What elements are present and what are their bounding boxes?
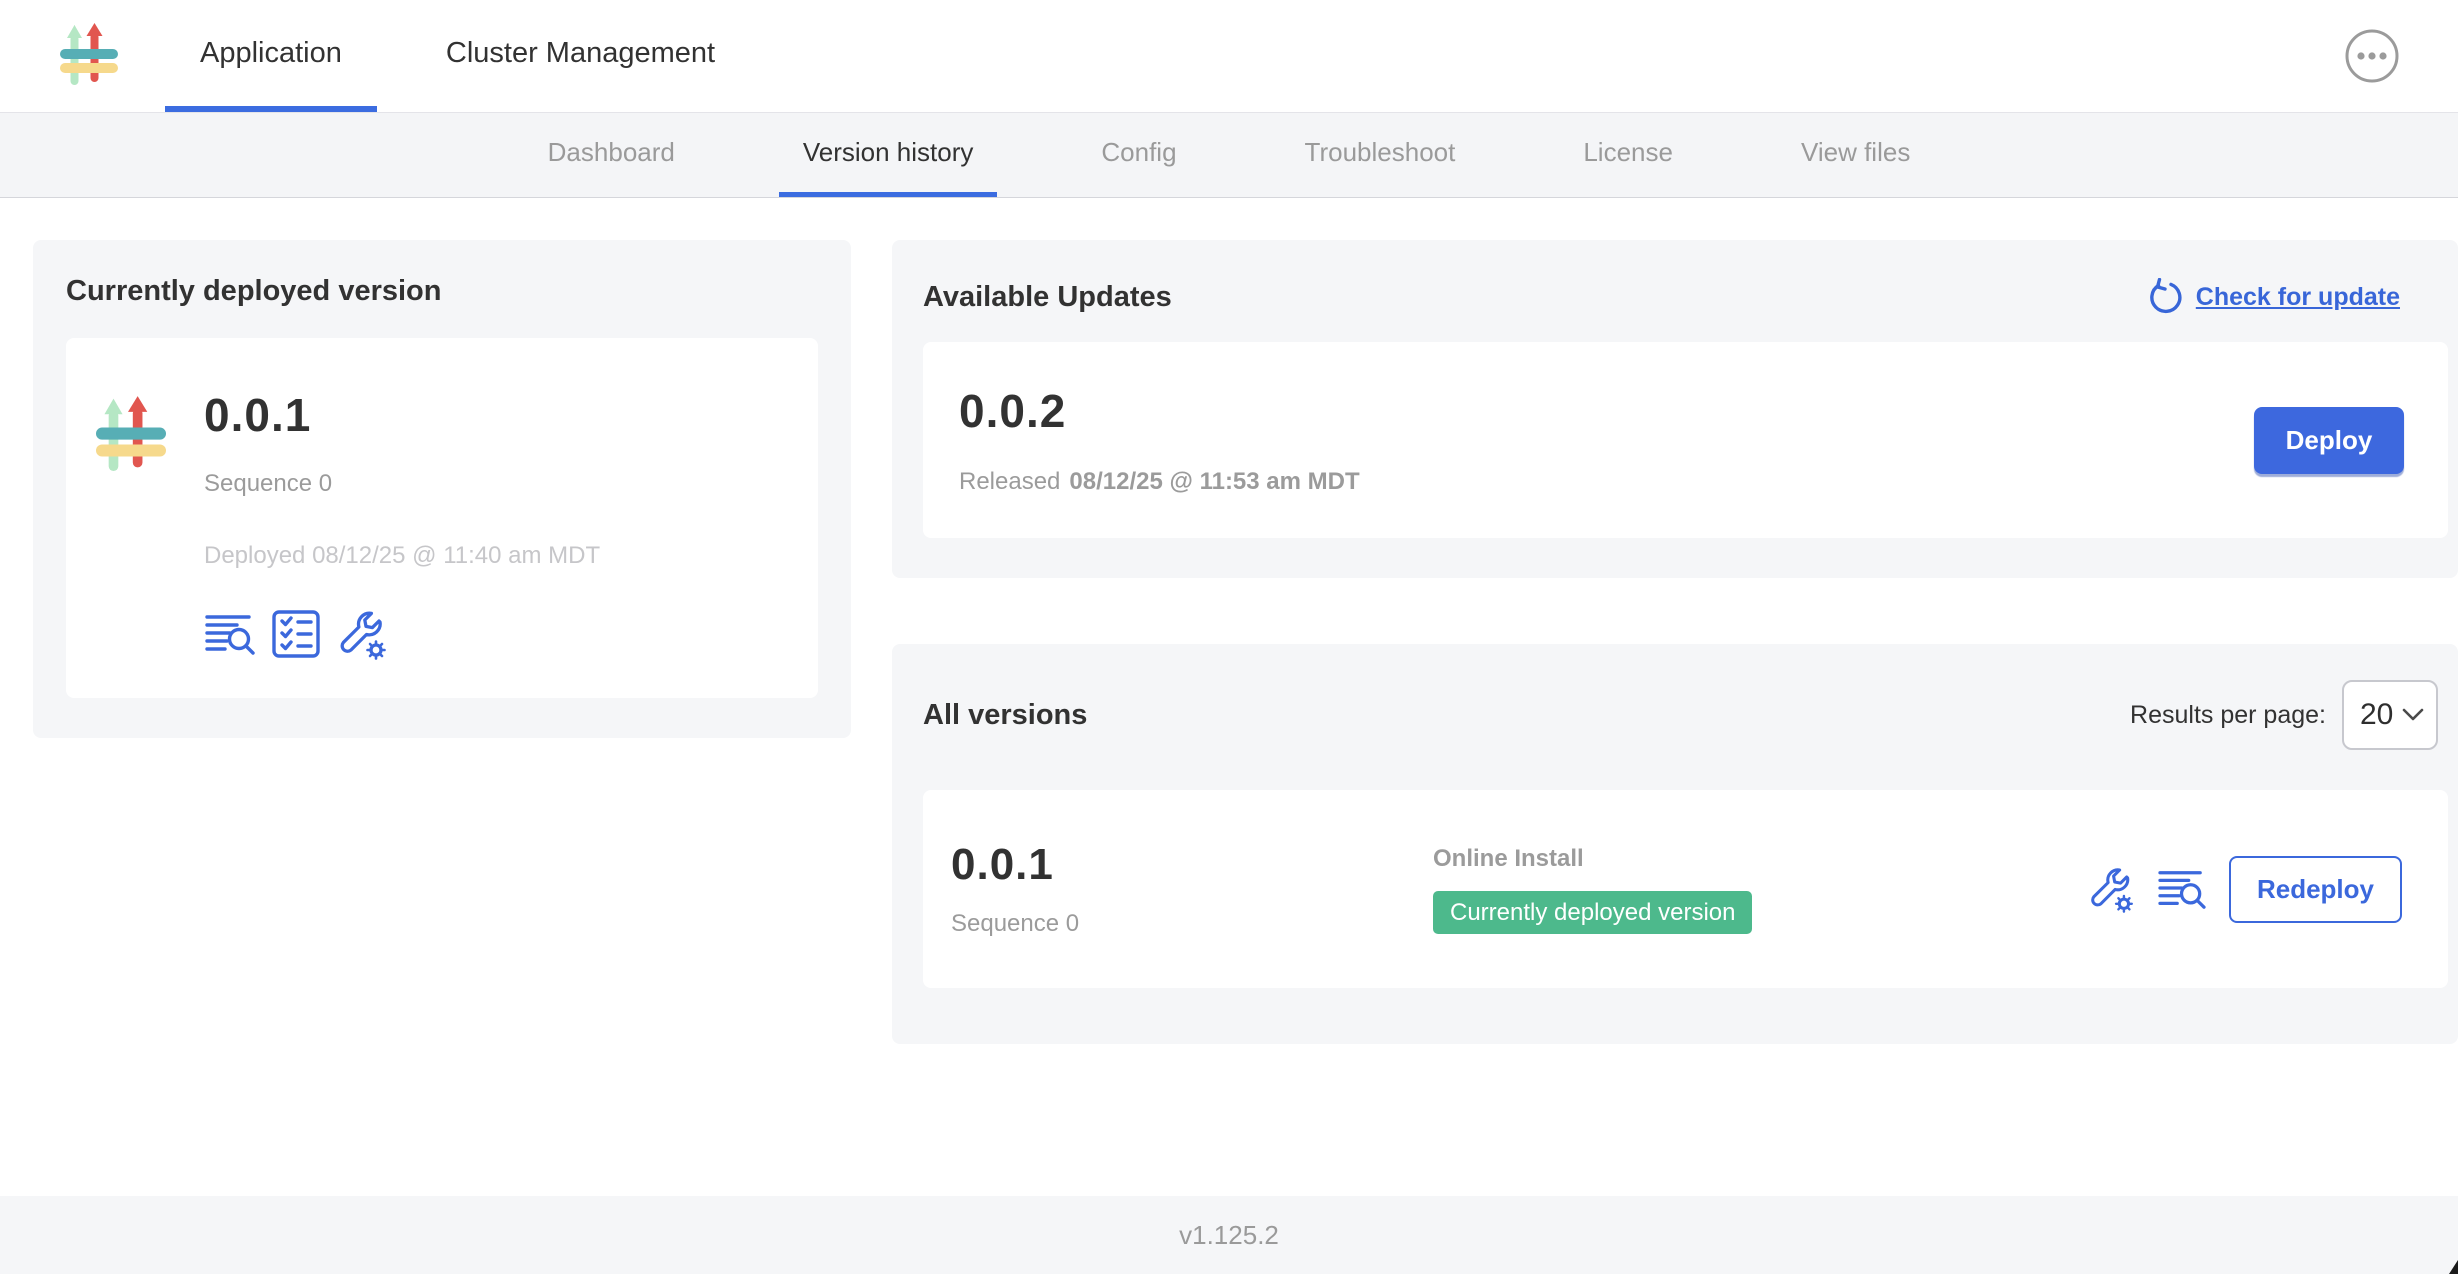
deployed-version-info: 0.0.1 Sequence 0 Deployed 08/12/25 @ 11:…	[204, 388, 600, 660]
footer: v1.125.2	[0, 1196, 2458, 1274]
check-for-update-link[interactable]: Check for update	[2146, 278, 2400, 316]
update-version-number: 0.0.2	[959, 384, 1360, 438]
subnav-tab-version-history[interactable]: Version history	[779, 113, 998, 197]
subnav-tab-dashboard[interactable]: Dashboard	[524, 113, 699, 197]
subnav-tab-config[interactable]: Config	[1077, 113, 1200, 197]
all-versions-card: All versions Results per page: 20 0.0.1 …	[892, 644, 2458, 1044]
subnav-tab-troubleshoot-label: Troubleshoot	[1305, 137, 1456, 168]
all-versions-title: All versions	[923, 699, 1087, 732]
release-notes-icon[interactable]	[2157, 867, 2207, 911]
release-notes-icon[interactable]	[204, 611, 256, 657]
released-timestamp: 08/12/25 @ 11:53 am MDT	[1069, 468, 1359, 495]
results-per-page-select[interactable]: 20	[2342, 680, 2438, 750]
version-history-page: Currently deployed version 0.0.1 Sequenc…	[0, 198, 2458, 1196]
deployed-timestamp: Deployed 08/12/25 @ 11:40 am MDT	[204, 542, 600, 570]
nav-tab-cluster-management[interactable]: Cluster Management	[411, 0, 750, 112]
ellipsis-icon	[2344, 28, 2400, 84]
deployed-version-panel: 0.0.1 Sequence 0 Deployed 08/12/25 @ 11:…	[66, 338, 818, 698]
currently-deployed-badge: Currently deployed version	[1433, 891, 1752, 934]
released-prefix: Released	[959, 468, 1060, 495]
primary-nav-tabs: Application Cluster Management	[165, 0, 784, 112]
console-version: v1.125.2	[1179, 1220, 1279, 1251]
subnav-tab-version-history-label: Version history	[803, 137, 974, 168]
results-per-page-value: 20	[2360, 698, 2393, 732]
version-row-info: 0.0.1 Sequence 0	[951, 840, 1433, 938]
right-column: Available Updates Check for update 0.0.2…	[892, 240, 2458, 1044]
available-updates-title: Available Updates	[923, 281, 1172, 314]
refresh-icon	[2146, 278, 2184, 316]
deployed-actions	[204, 608, 600, 660]
deployed-card-title: Currently deployed version	[66, 275, 818, 308]
check-for-update-label: Check for update	[2196, 283, 2400, 312]
edit-config-icon[interactable]	[336, 608, 388, 660]
subnav-tab-config-label: Config	[1101, 137, 1176, 168]
edit-config-icon[interactable]	[2087, 865, 2135, 913]
mouse-cursor	[2449, 1260, 2458, 1274]
update-row: 0.0.2 Released 08/12/25 @ 11:53 am MDT De…	[923, 342, 2448, 538]
version-row-actions: Redeploy	[2087, 856, 2424, 923]
update-released-line: Released 08/12/25 @ 11:53 am MDT	[959, 468, 1360, 496]
nav-tab-application[interactable]: Application	[165, 0, 377, 112]
results-per-page: Results per page: 20	[2130, 680, 2438, 750]
currently-deployed-card: Currently deployed version 0.0.1 Sequenc…	[33, 240, 851, 738]
version-row: 0.0.1 Sequence 0 Online Install Currentl…	[923, 790, 2448, 988]
nav-tab-application-label: Application	[200, 37, 342, 70]
deployed-version-number: 0.0.1	[204, 388, 600, 442]
chevron-down-icon	[2402, 708, 2424, 722]
update-info: 0.0.2 Released 08/12/25 @ 11:53 am MDT	[959, 384, 1360, 496]
results-per-page-label: Results per page:	[2130, 701, 2326, 730]
available-updates-card: Available Updates Check for update 0.0.2…	[892, 240, 2458, 578]
redeploy-button[interactable]: Redeploy	[2229, 856, 2402, 923]
install-type-label: Online Install	[1433, 845, 2087, 873]
ellipsis-menu-button[interactable]	[2344, 28, 2400, 84]
subnav-tab-license-label: License	[1583, 137, 1673, 168]
top-nav-bar: Application Cluster Management	[0, 0, 2458, 113]
nav-tab-cluster-management-label: Cluster Management	[446, 37, 715, 70]
subnav-tab-license[interactable]: License	[1559, 113, 1697, 197]
version-row-number: 0.0.1	[951, 840, 1433, 890]
subnav-tab-troubleshoot[interactable]: Troubleshoot	[1281, 113, 1480, 197]
version-row-status: Online Install Currently deployed versio…	[1433, 845, 2087, 934]
version-row-sequence: Sequence 0	[951, 910, 1433, 938]
app-logo	[0, 0, 118, 112]
app-logo-icon	[96, 388, 166, 484]
subnav-tab-dashboard-label: Dashboard	[548, 137, 675, 168]
subnav-tab-view-files-label: View files	[1801, 137, 1910, 168]
subnav-tab-view-files[interactable]: View files	[1777, 113, 1934, 197]
deploy-button[interactable]: Deploy	[2254, 407, 2404, 474]
app-subnav: Dashboard Version history Config Trouble…	[0, 113, 2458, 198]
preflight-checks-icon[interactable]	[271, 609, 321, 659]
deployed-sequence: Sequence 0	[204, 470, 600, 498]
app-logo-icon	[60, 23, 118, 89]
